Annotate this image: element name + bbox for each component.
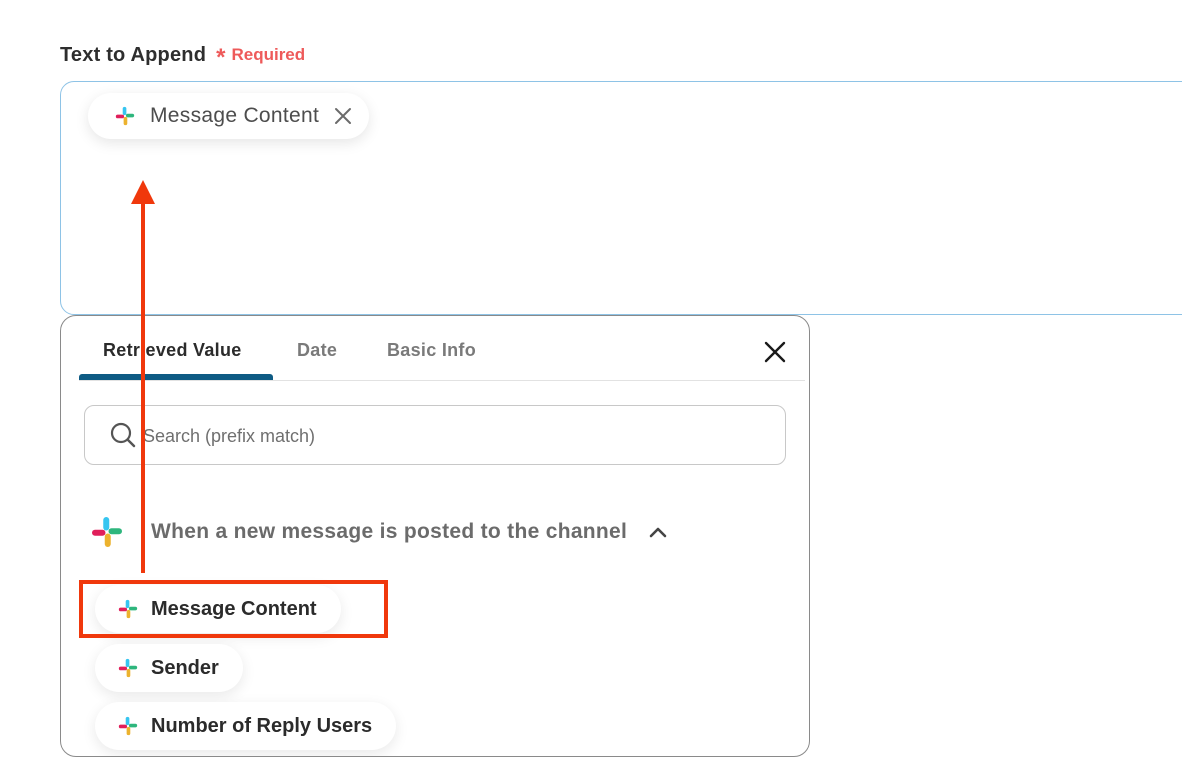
slack-icon: [115, 106, 135, 126]
tab-date[interactable]: Date: [297, 340, 337, 361]
list-item-label: Sender: [151, 656, 219, 679]
slack-icon: [92, 517, 122, 547]
list-item-number-of-reply-users[interactable]: Number of Reply Users: [95, 702, 397, 750]
list-item-sender[interactable]: Sender: [95, 644, 243, 692]
value-picker-panel: Retrieved Value Date Basic Info When a n…: [60, 315, 810, 757]
list-item-label: Message Content: [151, 597, 317, 620]
search-box: [84, 405, 786, 466]
chip-label: Message Content: [150, 104, 320, 127]
trigger-group-header[interactable]: When a new message is posted to the chan…: [89, 512, 667, 552]
required-asterisk: *: [216, 44, 226, 71]
active-tab-indicator: [79, 374, 273, 380]
message-content-chip[interactable]: Message Content: [88, 93, 370, 139]
slack-icon: [118, 716, 138, 736]
field-label: Text to Append * Required: [60, 40, 305, 70]
slack-icon: [118, 658, 138, 678]
required-text: Required: [231, 45, 306, 64]
list-item-label: Number of Reply Users: [151, 714, 373, 737]
chevron-up-icon[interactable]: [649, 526, 667, 538]
search-icon: [110, 422, 136, 448]
slack-icon: [118, 599, 138, 619]
list-item-message-content[interactable]: Message Content: [95, 585, 341, 633]
close-icon: [335, 108, 352, 124]
tab-bar: Retrieved Value Date Basic Info: [79, 316, 805, 381]
panel-close-icon[interactable]: [763, 340, 787, 364]
group-title: When a new message is posted to the chan…: [151, 520, 628, 543]
field-label-text: Text to Append: [60, 43, 207, 66]
search-input[interactable]: [141, 406, 745, 466]
tab-retrieved-value[interactable]: Retrieved Value: [103, 340, 242, 361]
chip-remove-button[interactable]: [333, 106, 353, 126]
tab-basic-info[interactable]: Basic Info: [387, 340, 476, 361]
